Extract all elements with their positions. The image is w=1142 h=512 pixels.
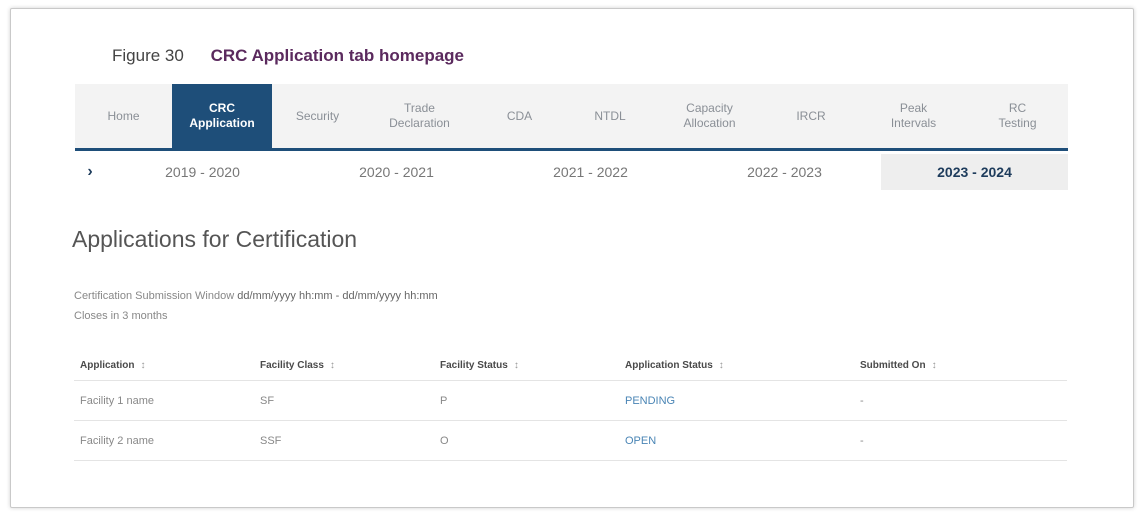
page-title: Applications for Certification bbox=[72, 226, 358, 252]
submission-window-label: Certification Submission Window bbox=[74, 290, 235, 302]
year-tab-2019-2020[interactable]: 2019 - 2020 bbox=[105, 164, 300, 180]
chevron-right-icon[interactable]: › bbox=[75, 163, 105, 181]
column-header-facility-class[interactable]: Facility Class ↕ bbox=[254, 360, 434, 371]
tab-ntdl[interactable]: NTDL bbox=[563, 84, 657, 148]
submission-window-dates: dd/mm/yyyy hh:mm - dd/mm/yyyy hh:mm bbox=[237, 290, 438, 302]
tab-label: RC Testing bbox=[998, 101, 1037, 130]
tab-home[interactable]: Home bbox=[75, 84, 172, 148]
tab-label: CRC Application bbox=[189, 101, 255, 130]
tab-underline bbox=[75, 148, 1068, 151]
tab-rc-testing[interactable]: RC Testing bbox=[967, 84, 1068, 148]
figure-title: CRC Application tab homepage bbox=[210, 46, 465, 65]
sort-icon[interactable]: ↕ bbox=[932, 360, 937, 371]
column-header-application-status[interactable]: Application Status ↕ bbox=[619, 360, 854, 371]
cell-application: Facility 1 name bbox=[80, 394, 154, 407]
year-tab-2020-2021[interactable]: 2020 - 2021 bbox=[300, 164, 493, 180]
cell-facility-status: P bbox=[440, 394, 448, 407]
sort-icon[interactable]: ↕ bbox=[140, 360, 145, 371]
tab-cda[interactable]: CDA bbox=[476, 84, 563, 148]
applications-table: Application ↕ Facility Class ↕ Facility St… bbox=[74, 360, 1067, 461]
column-header-facility-status[interactable]: Facility Status ↕ bbox=[434, 360, 619, 371]
submission-window: Certification Submission Window dd/mm/yy… bbox=[74, 290, 438, 302]
figure-number: Figure 30 bbox=[112, 46, 184, 65]
tab-capacity-allocation[interactable]: Capacity Allocation bbox=[657, 84, 762, 148]
tab-trade-declaration[interactable]: Trade Declaration bbox=[363, 84, 476, 148]
tab-label: Security bbox=[295, 108, 340, 123]
year-selector: › 2019 - 2020 2020 - 2021 2021 - 2022 20… bbox=[75, 154, 1068, 190]
tab-label: Trade Declaration bbox=[389, 101, 450, 130]
tab-ircr[interactable]: IRCR bbox=[762, 84, 860, 148]
tab-label: CDA bbox=[506, 108, 533, 123]
cell-application-status[interactable]: PENDING bbox=[619, 395, 854, 407]
main-tab-bar: Home CRC Application Security Trade Decl… bbox=[75, 84, 1068, 148]
tab-label: IRCR bbox=[796, 108, 826, 123]
table-row[interactable]: Facility 1 name SF P PENDING - bbox=[74, 381, 1067, 421]
column-header-label: Application Status bbox=[625, 360, 713, 371]
cell-facility-class: SF bbox=[260, 394, 275, 407]
sort-icon[interactable]: ↕ bbox=[719, 360, 724, 371]
figure-caption: Figure 30 CRC Application tab homepage bbox=[112, 46, 464, 66]
year-tab-2023-2024[interactable]: 2023 - 2024 bbox=[881, 154, 1068, 190]
cell-facility-status: O bbox=[440, 434, 449, 447]
tab-label: Capacity Allocation bbox=[683, 101, 736, 130]
cell-submitted-on: - bbox=[860, 394, 864, 407]
tab-label: NTDL bbox=[594, 108, 626, 123]
tab-label: Home bbox=[107, 108, 140, 123]
closes-note: Closes in 3 months bbox=[74, 310, 168, 322]
cell-submitted-on: - bbox=[860, 434, 864, 447]
column-header-label: Application bbox=[80, 360, 135, 371]
tab-crc-application[interactable]: CRC Application bbox=[172, 84, 272, 148]
sort-icon[interactable]: ↕ bbox=[514, 360, 519, 371]
year-tab-2021-2022[interactable]: 2021 - 2022 bbox=[493, 164, 688, 180]
cell-application: Facility 2 name bbox=[80, 434, 154, 447]
cell-application-status[interactable]: OPEN bbox=[619, 435, 854, 447]
table-header-row: Application ↕ Facility Class ↕ Facility St… bbox=[74, 360, 1067, 381]
year-tab-2022-2023[interactable]: 2022 - 2023 bbox=[688, 164, 881, 180]
table-row[interactable]: Facility 2 name SSF O OPEN - bbox=[74, 421, 1067, 461]
cell-facility-class: SSF bbox=[260, 434, 282, 447]
sort-icon[interactable]: ↕ bbox=[330, 360, 335, 371]
column-header-label: Submitted On bbox=[860, 360, 926, 371]
column-header-label: Facility Class bbox=[260, 360, 324, 371]
column-header-application[interactable]: Application ↕ bbox=[74, 360, 254, 371]
tab-label: Peak Intervals bbox=[890, 101, 937, 130]
tab-peak-intervals[interactable]: Peak Intervals bbox=[860, 84, 967, 148]
column-header-submitted-on[interactable]: Submitted On ↕ bbox=[854, 360, 1054, 371]
column-header-label: Facility Status bbox=[440, 360, 508, 371]
tab-security[interactable]: Security bbox=[272, 84, 363, 148]
